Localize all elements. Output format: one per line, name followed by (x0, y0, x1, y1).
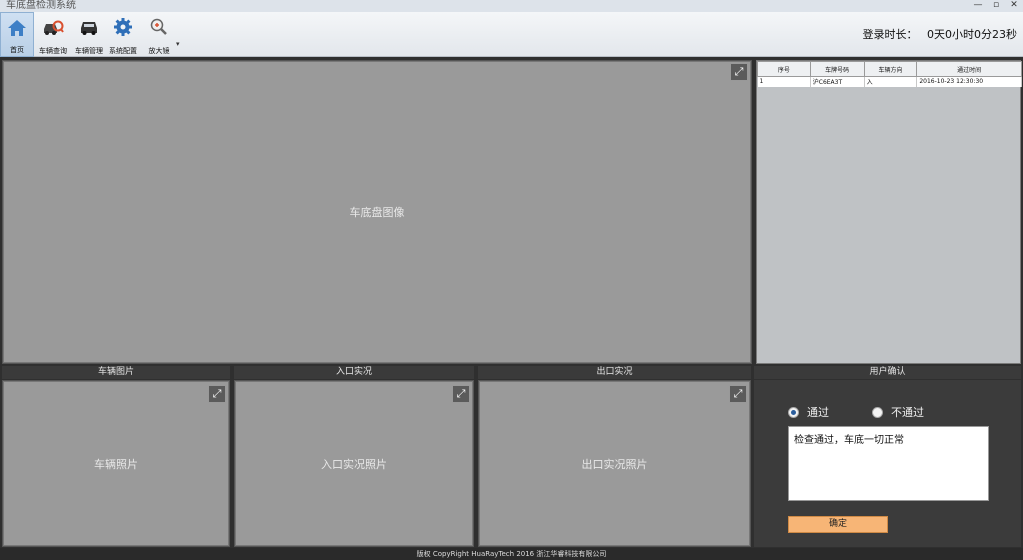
car-icon (81, 22, 97, 35)
toolbar-magnifier-label: 放大镜 (148, 47, 170, 55)
gear-icon (114, 18, 132, 36)
toolbar-magnifier-button[interactable]: 放大镜 (142, 12, 176, 57)
entry-live-panel: 入口实况照片 ⤢ (234, 380, 474, 547)
expand-icon: ⤢ (212, 387, 222, 400)
title-bar: 车底盘检测系统 — ▫ ✕ (0, 0, 1023, 12)
entry-live-label: 入口实况照片 (321, 457, 387, 471)
col-plate[interactable]: 车牌号码 (809, 61, 865, 77)
toolbar: 首页 车辆查询 车辆管理 系统配置 放大镜 ▾ 登录时长： 0天0小时0分23秒 (0, 12, 1023, 57)
exit-live-label: 出口实况照片 (581, 457, 648, 471)
car-search-icon (44, 20, 64, 35)
exit-live-panel: 出口实况照片 ⤢ (478, 380, 751, 547)
fail-radio-dot[interactable] (872, 406, 883, 418)
col-direction[interactable]: 车辆方向 (863, 61, 918, 77)
remark-textarea[interactable]: 检查通过，车底一切正常 (788, 426, 989, 501)
pass-radio[interactable]: 通过 (788, 404, 829, 420)
cell-plate: 沪C6EA3T (810, 76, 865, 87)
vehicle-photo-panel: 车辆照片 ⤢ (2, 380, 230, 547)
login-duration-label: 登录时长： (862, 28, 918, 41)
minimize-button[interactable]: — (969, 0, 987, 12)
expand-vehicle-photo-button[interactable]: ⤢ (208, 385, 226, 403)
magnifier-icon (150, 18, 167, 35)
expand-icon: ⤢ (734, 65, 744, 78)
col-time[interactable]: 通过时间 (916, 61, 1022, 77)
vehicle-photo-label: 车辆照片 (94, 457, 138, 471)
toolbar-system-config-button[interactable]: 系统配置 (106, 12, 140, 57)
expand-icon: ⤢ (456, 387, 466, 400)
cell-direction: 入 (864, 76, 918, 87)
table-row[interactable]: 1 沪C6EA3T 入 2016-10-23 12:30:30 (757, 76, 1022, 87)
window-controls: — ▫ ✕ (969, 0, 1023, 12)
vehicle-photo-header: 车辆图片 (2, 366, 230, 379)
expand-exit-live-button[interactable]: ⤢ (729, 385, 747, 403)
undercarriage-image: 车底盘图像 (3, 61, 751, 363)
cell-time: 2016-10-23 12:30:30 (916, 76, 1022, 87)
home-icon (8, 20, 26, 36)
undercarriage-image-panel: 车底盘图像 ⤢ (2, 60, 752, 364)
login-duration: 登录时长： 0天0小时0分23秒 (857, 26, 1018, 42)
expand-undercarriage-button[interactable]: ⤢ (730, 63, 748, 81)
user-confirm-header: 用户确认 (754, 366, 1021, 379)
footer-copyright: 版权 CopyRight HuaRayTech 2016 浙江华睿科技有限公司 (0, 548, 1023, 560)
app-window: 车底盘检测系统 — ▫ ✕ 首页 车辆查询 车辆管理 系统配置 放大镜 ▾ 登录… (0, 0, 1023, 560)
records-panel: 序号 车牌号码 车辆方向 通过时间 1 沪C6EA3T 入 2016-10-23… (756, 60, 1022, 364)
login-duration-value: 0天0小时0分23秒 (927, 28, 1017, 41)
window-title: 车底盘检测系统 (6, 0, 76, 11)
records-header-row: 序号 车牌号码 车辆方向 通过时间 (757, 61, 1022, 77)
confirm-button[interactable]: 确定 (788, 516, 888, 533)
undercarriage-image-label: 车底盘图像 (349, 206, 405, 219)
toolbar-home-button[interactable]: 首页 (0, 12, 34, 57)
entry-live-header: 入口实况 (234, 366, 474, 379)
maximize-button[interactable]: ▫ (987, 0, 1005, 12)
records-table: 序号 车牌号码 车辆方向 通过时间 1 沪C6EA3T 入 2016-10-23… (757, 61, 1022, 87)
magnifier-dropdown-arrow[interactable]: ▾ (176, 40, 180, 48)
vehicle-photo: 车辆照片 (3, 381, 229, 546)
toolbar-vehicle-search-button[interactable]: 车辆查询 (36, 12, 70, 57)
user-confirm-panel: 通过 不通过 检查通过，车底一切正常 确定 (754, 380, 1021, 547)
entry-live-image: 入口实况照片 (235, 381, 473, 546)
exit-live-header: 出口实况 (478, 366, 751, 379)
close-button[interactable]: ✕ (1005, 0, 1023, 12)
pass-radio-dot[interactable] (788, 406, 799, 418)
expand-entry-live-button[interactable]: ⤢ (452, 385, 470, 403)
expand-icon: ⤢ (733, 387, 743, 400)
fail-radio-label: 不通过 (891, 406, 924, 419)
pass-radio-label: 通过 (807, 406, 829, 419)
exit-live-image: 出口实况照片 (479, 381, 750, 546)
fail-radio[interactable]: 不通过 (872, 404, 924, 420)
col-index[interactable]: 序号 (757, 61, 811, 77)
cell-index: 1 (757, 76, 811, 87)
